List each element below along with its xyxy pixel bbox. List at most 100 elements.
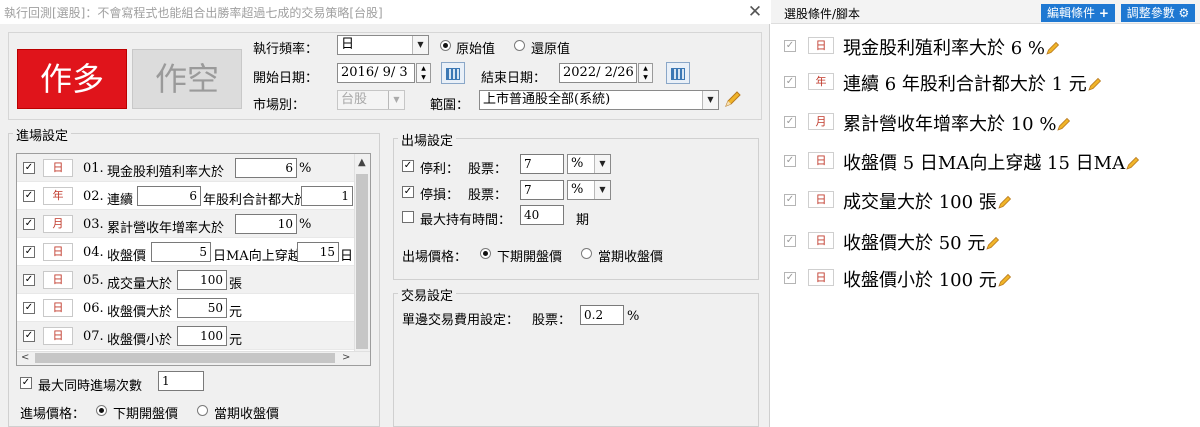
list-item[interactable]: ✓ 日 06. 收盤價大於 50 元: [17, 294, 354, 322]
market-label: 市場別：: [253, 98, 306, 113]
max-hold-input[interactable]: 40: [520, 205, 564, 225]
condition-text-value: 現金股利殖利率大於 6 %: [843, 38, 1045, 59]
max-hold-label: 最大持有時間：: [420, 213, 512, 228]
short-button[interactable]: 作空: [132, 49, 242, 109]
entry-price-label: 進場價格：: [20, 407, 86, 422]
list-item[interactable]: ✓ 年 02. 連續 6 年股利合計都大於 1: [17, 182, 354, 210]
entry-price-close-radio[interactable]: [197, 405, 208, 416]
condition-checkbox[interactable]: ✓: [784, 235, 796, 247]
param-field[interactable]: 100: [177, 326, 227, 346]
condition-checkbox[interactable]: ✓: [784, 40, 796, 52]
start-date-spinner[interactable]: ▲ ▼: [416, 63, 431, 83]
scroll-left-icon[interactable]: <: [21, 352, 29, 363]
list-item[interactable]: ✓ 日 收盤價小於 100 元: [784, 266, 1194, 292]
condition-text-value: 成交量大於 100 張: [843, 192, 997, 213]
list-item[interactable]: ✓ 日 04. 收盤價 5 日MA向上穿越 15 日: [17, 238, 354, 266]
end-date-calendar-icon[interactable]: [666, 62, 690, 84]
param-field[interactable]: 15: [297, 242, 339, 262]
condition-label: 日MA向上穿越: [213, 249, 301, 264]
pencil-icon[interactable]: [723, 89, 743, 109]
scroll-right-icon[interactable]: >: [342, 352, 350, 363]
frequency-select[interactable]: 日 ▼: [337, 35, 429, 55]
pencil-icon[interactable]: [1045, 40, 1061, 56]
param-field[interactable]: 1: [301, 186, 353, 206]
entry-price-next-open-label: 下期開盤價: [113, 407, 179, 422]
condition-checkbox[interactable]: ✓: [23, 190, 35, 202]
fee-input[interactable]: 0.2: [580, 305, 624, 325]
param-field[interactable]: 10: [235, 214, 297, 234]
param-field[interactable]: 6: [235, 158, 297, 178]
pencil-icon[interactable]: [997, 272, 1013, 288]
condition-checkbox[interactable]: ✓: [784, 76, 796, 88]
condition-checkbox[interactable]: ✓: [23, 274, 35, 286]
scope-label: 範圍：: [430, 98, 470, 113]
vertical-scroll-thumb[interactable]: [356, 174, 368, 349]
adjust-params-button[interactable]: 調整參數 ⚙: [1121, 4, 1195, 22]
entry-price-next-open-radio[interactable]: [96, 405, 107, 416]
close-icon[interactable]: ✕: [744, 1, 766, 23]
exit-settings-label: 出場設定: [398, 130, 457, 149]
exit-price-next-open-radio[interactable]: [480, 248, 491, 259]
pencil-icon[interactable]: [997, 194, 1013, 210]
param-field[interactable]: 5: [151, 242, 211, 262]
list-item[interactable]: ✓ 月 03. 累計營收年增率大於 10 %: [17, 210, 354, 238]
condition-label: 連續: [107, 193, 134, 208]
exit-price-close-radio[interactable]: [581, 248, 592, 259]
list-item[interactable]: ✓ 日 07. 收盤價小於 100 元: [17, 322, 354, 350]
max-hold-checkbox[interactable]: [402, 211, 414, 223]
take-profit-unit-select[interactable]: % ▼: [567, 154, 611, 174]
pencil-icon[interactable]: [1125, 155, 1141, 171]
condition-checkbox[interactable]: ✓: [23, 330, 35, 342]
end-date-value: 2022/ 2/26: [563, 65, 634, 80]
param-field[interactable]: 6: [137, 186, 201, 206]
condition-checkbox[interactable]: ✓: [784, 272, 796, 284]
long-button[interactable]: 作多: [17, 49, 127, 109]
pencil-icon[interactable]: [1087, 76, 1103, 92]
condition-checkbox[interactable]: ✓: [23, 162, 35, 174]
edit-conditions-button[interactable]: 編輯條件 +: [1041, 4, 1115, 22]
max-entries-checkbox[interactable]: ✓: [20, 377, 32, 389]
list-item[interactable]: ✓ 日 成交量大於 100 張: [784, 188, 1194, 213]
scope-select[interactable]: 上市普通股全部(系統) ▼: [479, 90, 719, 110]
condition-checkbox[interactable]: ✓: [23, 302, 35, 314]
scope-value: 上市普通股全部(系統): [483, 92, 611, 107]
frequency-badge: 日: [808, 152, 834, 169]
end-date-input[interactable]: 2022/ 2/26: [559, 63, 637, 83]
stop-loss-input[interactable]: 7: [520, 180, 564, 200]
list-item[interactable]: ✓ 日 收盤價大於 50 元: [784, 229, 1194, 254]
stop-loss-stock-label: 股票：: [468, 188, 508, 203]
take-profit-checkbox[interactable]: ✓: [402, 160, 414, 172]
max-entries-label: 最大同時進場次數: [38, 379, 143, 394]
scroll-up-icon[interactable]: ▲: [358, 157, 366, 168]
pencil-icon[interactable]: [985, 235, 1001, 251]
chevron-down-icon: ▼: [412, 36, 428, 54]
param-field[interactable]: 100: [177, 270, 227, 290]
condition-label: 收盤價小於: [107, 333, 173, 348]
stop-loss-unit-select[interactable]: % ▼: [567, 180, 611, 200]
pencil-icon[interactable]: [1056, 116, 1072, 132]
condition-checkbox[interactable]: ✓: [23, 246, 35, 258]
start-date-input[interactable]: 2016/ 9/ 3: [337, 63, 415, 83]
list-item[interactable]: ✓ 日 05. 成交量大於 100 張: [17, 266, 354, 294]
condition-checkbox[interactable]: ✓: [784, 194, 796, 206]
condition-checkbox[interactable]: ✓: [784, 155, 796, 167]
condition-checkbox[interactable]: ✓: [23, 218, 35, 230]
horizontal-scroll-thumb[interactable]: [35, 353, 335, 363]
condition-text-value: 收盤價 5 日MA向上穿越 15 日MA: [843, 153, 1126, 174]
max-entries-input[interactable]: 1: [158, 371, 204, 391]
condition-text: 收盤價小於 100 元: [843, 266, 1013, 292]
take-profit-input[interactable]: 7: [520, 154, 564, 174]
price-mode-original-radio[interactable]: [440, 40, 451, 51]
price-mode-restored-radio[interactable]: [514, 40, 525, 51]
stop-loss-checkbox[interactable]: ✓: [402, 186, 414, 198]
list-item[interactable]: ✓ 日 現金股利殖利率大於 6 %: [784, 34, 1194, 59]
end-date-spinner[interactable]: ▲ ▼: [638, 63, 653, 83]
list-item[interactable]: ✓ 日 收盤價 5 日MA向上穿越 15 日MA: [784, 149, 1194, 174]
list-item[interactable]: ✓ 日 01. 現金股利殖利率大於 6 %: [17, 154, 354, 182]
condition-checkbox[interactable]: ✓: [784, 116, 796, 128]
list-item[interactable]: ✓ 月 累計營收年增率大於 10 %: [784, 110, 1194, 135]
list-item[interactable]: ✓ 年 連續 6 年股利合計都大於 1 元: [784, 70, 1194, 95]
start-date-calendar-icon[interactable]: [441, 62, 465, 84]
market-select[interactable]: 台股 ▼: [337, 90, 405, 110]
param-field[interactable]: 50: [177, 298, 227, 318]
